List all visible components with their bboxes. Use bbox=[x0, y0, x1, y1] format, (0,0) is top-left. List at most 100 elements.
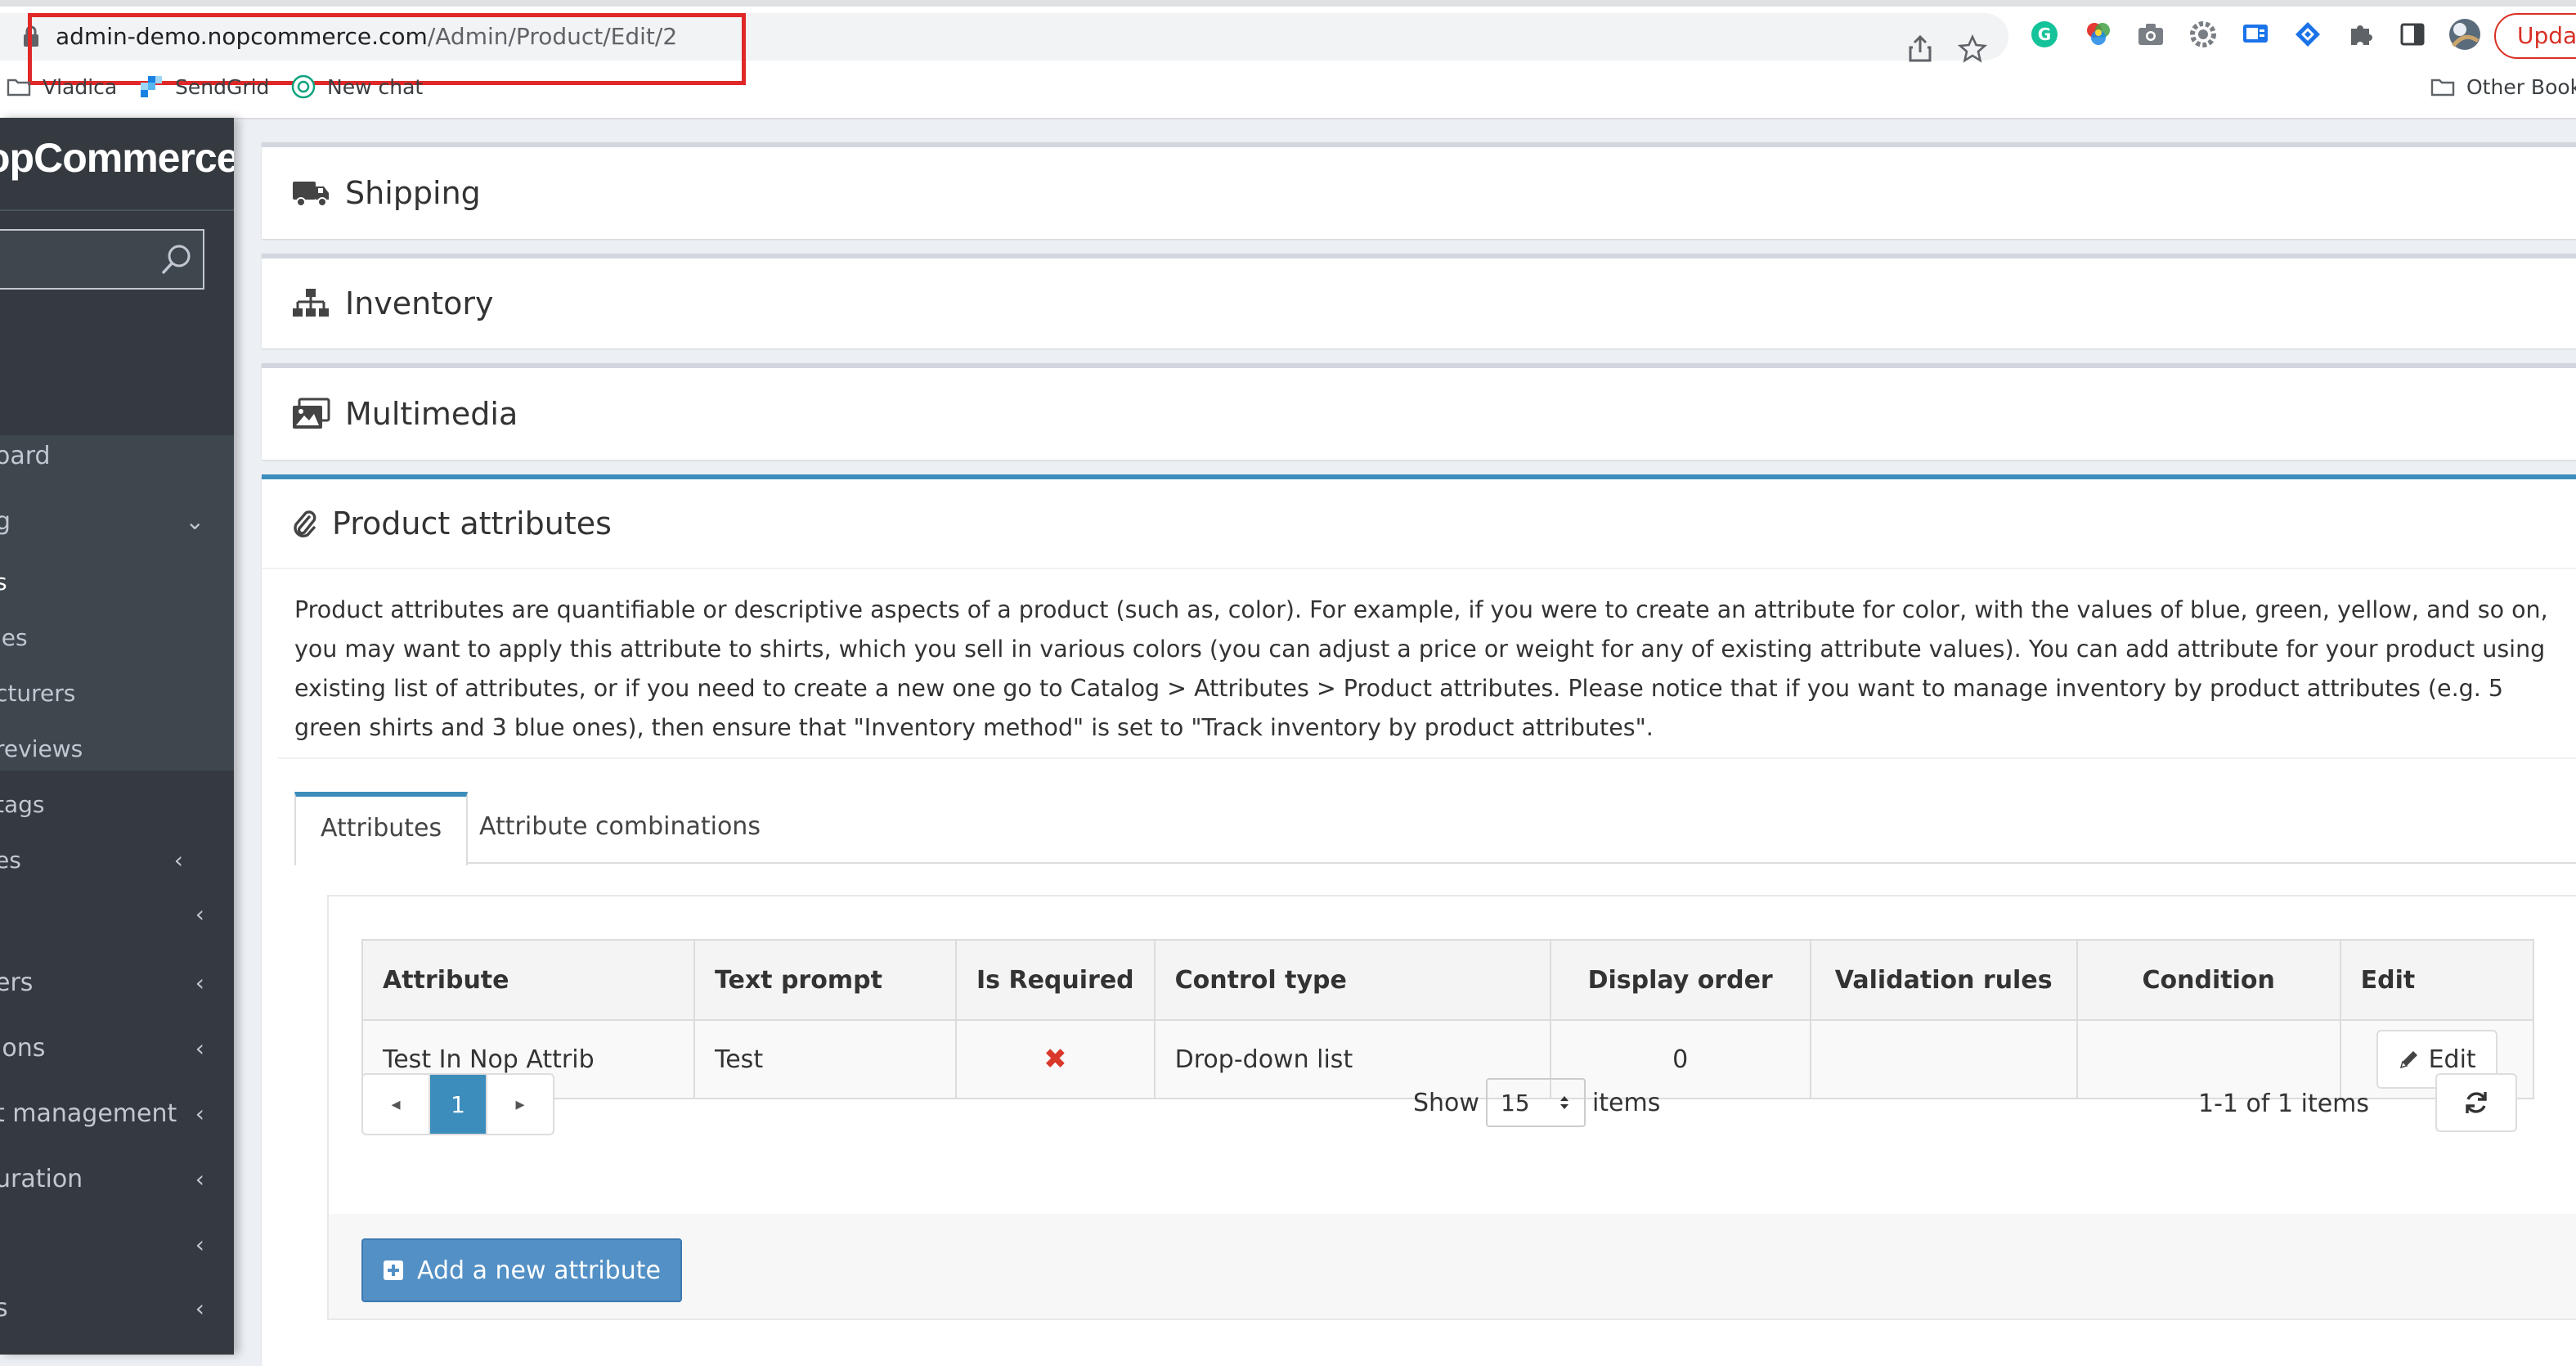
sidebar-item-reports[interactable]: s ‹ bbox=[0, 1283, 234, 1335]
item-range-text: 1-1 of 1 items bbox=[2198, 1090, 2370, 1118]
panel-inventory[interactable]: Inventory bbox=[262, 254, 2576, 348]
star-icon[interactable] bbox=[1956, 33, 1989, 65]
column-header-validation-rules[interactable]: Validation rules bbox=[1809, 939, 2078, 1021]
next-page-button[interactable]: ▸ bbox=[486, 1075, 553, 1134]
color-wheel-icon[interactable] bbox=[2082, 18, 2115, 51]
page-button-1[interactable]: 1 bbox=[430, 1075, 486, 1134]
sidebar-item-categories[interactable]: ies bbox=[0, 612, 234, 664]
tab-attributes[interactable]: Attributes bbox=[294, 792, 469, 865]
images-icon bbox=[293, 398, 330, 429]
grammarly-icon[interactable]: G bbox=[2028, 18, 2061, 51]
profile-avatar[interactable] bbox=[2448, 18, 2481, 51]
sidepanel-icon[interactable] bbox=[2396, 18, 2429, 51]
sidebar-item-label: es bbox=[0, 847, 21, 874]
sort-arrows-icon bbox=[1560, 1096, 1568, 1109]
folder-icon bbox=[2430, 79, 2455, 97]
edit-button-label: Edit bbox=[2428, 1045, 2476, 1074]
sidebar-item-promotions[interactable]: ions ‹ bbox=[0, 1022, 234, 1075]
table-header-row: Attribute Text prompt Is Required Contro… bbox=[361, 939, 2534, 1021]
brand-logo[interactable]: opCommerce bbox=[0, 134, 234, 182]
sidebar-item-label: g bbox=[0, 507, 11, 536]
sidebar-item-help[interactable]: ‹ bbox=[0, 1348, 234, 1355]
panel-title-text: Inventory bbox=[345, 285, 494, 321]
chevron-left-icon: ‹ bbox=[195, 1348, 204, 1355]
gear-icon[interactable] bbox=[2187, 18, 2219, 51]
screen-icon[interactable] bbox=[2239, 18, 2272, 51]
sidebar-item-configuration[interactable]: uration ‹ bbox=[0, 1153, 234, 1206]
sidebar-item-catalog[interactable]: g ⌄ bbox=[0, 496, 234, 548]
chevron-left-icon: ‹ bbox=[195, 1100, 204, 1127]
plus-square-icon bbox=[384, 1260, 403, 1280]
sidebar-item-customers[interactable]: ers ‹ bbox=[0, 957, 234, 1009]
add-new-attribute-button[interactable]: Add a new attribute bbox=[361, 1238, 682, 1302]
column-header-is-required[interactable]: Is Required bbox=[955, 939, 1156, 1021]
panel-title[interactable]: Product attributes bbox=[291, 479, 612, 568]
chevron-left-icon: ‹ bbox=[195, 1035, 204, 1062]
attributes-table: Attribute Text prompt Is Required Contro… bbox=[361, 939, 2534, 1099]
column-header-control-type[interactable]: Control type bbox=[1153, 939, 1551, 1021]
sendgrid-icon bbox=[141, 76, 162, 97]
puzzle-icon[interactable] bbox=[2344, 18, 2376, 51]
bookmark-label: Vladica bbox=[43, 74, 118, 99]
sidebar-item-manufacturers[interactable]: cturers bbox=[0, 667, 234, 720]
panel-title-text: Product attributes bbox=[332, 506, 612, 541]
sidebar-item-dashboard[interactable]: oard bbox=[0, 430, 234, 483]
sidebar-item-system[interactable]: ‹ bbox=[0, 1219, 234, 1271]
panel-title[interactable]: Shipping bbox=[291, 147, 481, 239]
divider bbox=[278, 757, 2576, 759]
sidebar-item-product-tags[interactable]: tags bbox=[0, 779, 234, 831]
camera-icon[interactable] bbox=[2134, 18, 2167, 51]
other-bookmarks-label: Other Book bbox=[2466, 74, 2576, 99]
panel-title[interactable]: Inventory bbox=[291, 258, 494, 348]
diamond-icon[interactable] bbox=[2291, 18, 2324, 51]
attributes-grid: Attribute Text prompt Is Required Contro… bbox=[327, 895, 2576, 1320]
other-bookmarks[interactable]: Other Book bbox=[2430, 70, 2576, 103]
sidebar-item-sales[interactable]: ‹ bbox=[0, 888, 234, 941]
tab-attribute-combinations[interactable]: Attribute combinations bbox=[455, 792, 785, 862]
search-icon[interactable] bbox=[157, 240, 196, 280]
panel-title-text: Multimedia bbox=[345, 396, 518, 432]
sidebar-item-attributes[interactable]: es ‹ bbox=[0, 834, 234, 887]
sidebar-item-label: tags bbox=[0, 791, 45, 818]
panel-header[interactable]: Product attributes bbox=[262, 479, 2576, 569]
sidebar-item-label: s bbox=[0, 1294, 8, 1323]
sidebar-item-label: t management bbox=[0, 1099, 177, 1128]
sidebar-item-product-reviews[interactable]: reviews bbox=[0, 723, 234, 775]
chevron-left-icon: ‹ bbox=[173, 847, 183, 874]
bookmark-label: SendGrid bbox=[175, 74, 270, 99]
page-size-select[interactable]: 15 bbox=[1485, 1078, 1586, 1127]
column-header-attribute[interactable]: Attribute bbox=[361, 939, 695, 1021]
product-attributes-description: Product attributes are quantifiable or d… bbox=[294, 596, 2548, 741]
bookmark-new-chat[interactable]: New chat bbox=[291, 70, 423, 103]
panel-title[interactable]: Multimedia bbox=[291, 368, 518, 460]
share-icon[interactable] bbox=[1904, 33, 1936, 65]
chevron-left-icon: ‹ bbox=[195, 969, 204, 996]
paperclip-icon bbox=[294, 510, 316, 538]
chevron-left-icon: ‹ bbox=[195, 1166, 204, 1193]
pencil-icon bbox=[2399, 1051, 2417, 1069]
panel-shipping[interactable]: Shipping bbox=[262, 142, 2576, 239]
sidebar-item-label: ions bbox=[0, 1034, 46, 1063]
sidebar-item-products[interactable]: s bbox=[0, 556, 234, 609]
sidebar-item-label: ies bbox=[0, 624, 28, 651]
sidebar-search-input[interactable] bbox=[0, 229, 204, 290]
bookmark-sendgrid[interactable]: SendGrid bbox=[139, 70, 269, 103]
sitemap-icon bbox=[293, 289, 329, 317]
brand-divider bbox=[0, 209, 234, 211]
main-content: Shipping Inventory Multimedia Product at… bbox=[234, 119, 2576, 1366]
admin-sidebar: opCommerce oard g⌄ s ies cturers reviews… bbox=[0, 118, 234, 1355]
update-button[interactable]: Updat bbox=[2494, 13, 2576, 59]
add-button-label: Add a new attribute bbox=[417, 1256, 661, 1285]
column-header-display-order[interactable]: Display order bbox=[1549, 939, 1811, 1021]
prev-page-button[interactable]: ◂ bbox=[363, 1075, 430, 1134]
panel-multimedia[interactable]: Multimedia bbox=[262, 363, 2576, 460]
refresh-button[interactable] bbox=[2435, 1073, 2517, 1132]
sidebar-item-content-management[interactable]: t management ‹ bbox=[0, 1088, 234, 1140]
svg-text:G: G bbox=[2038, 25, 2051, 44]
column-header-text-prompt[interactable]: Text prompt bbox=[693, 939, 957, 1021]
folder-icon bbox=[7, 79, 31, 97]
column-header-condition[interactable]: Condition bbox=[2076, 939, 2341, 1021]
bookmark-vladica[interactable]: Vladica bbox=[7, 70, 117, 103]
column-header-edit[interactable]: Edit bbox=[2339, 939, 2534, 1021]
sidebar-item-label: ers bbox=[0, 968, 34, 997]
